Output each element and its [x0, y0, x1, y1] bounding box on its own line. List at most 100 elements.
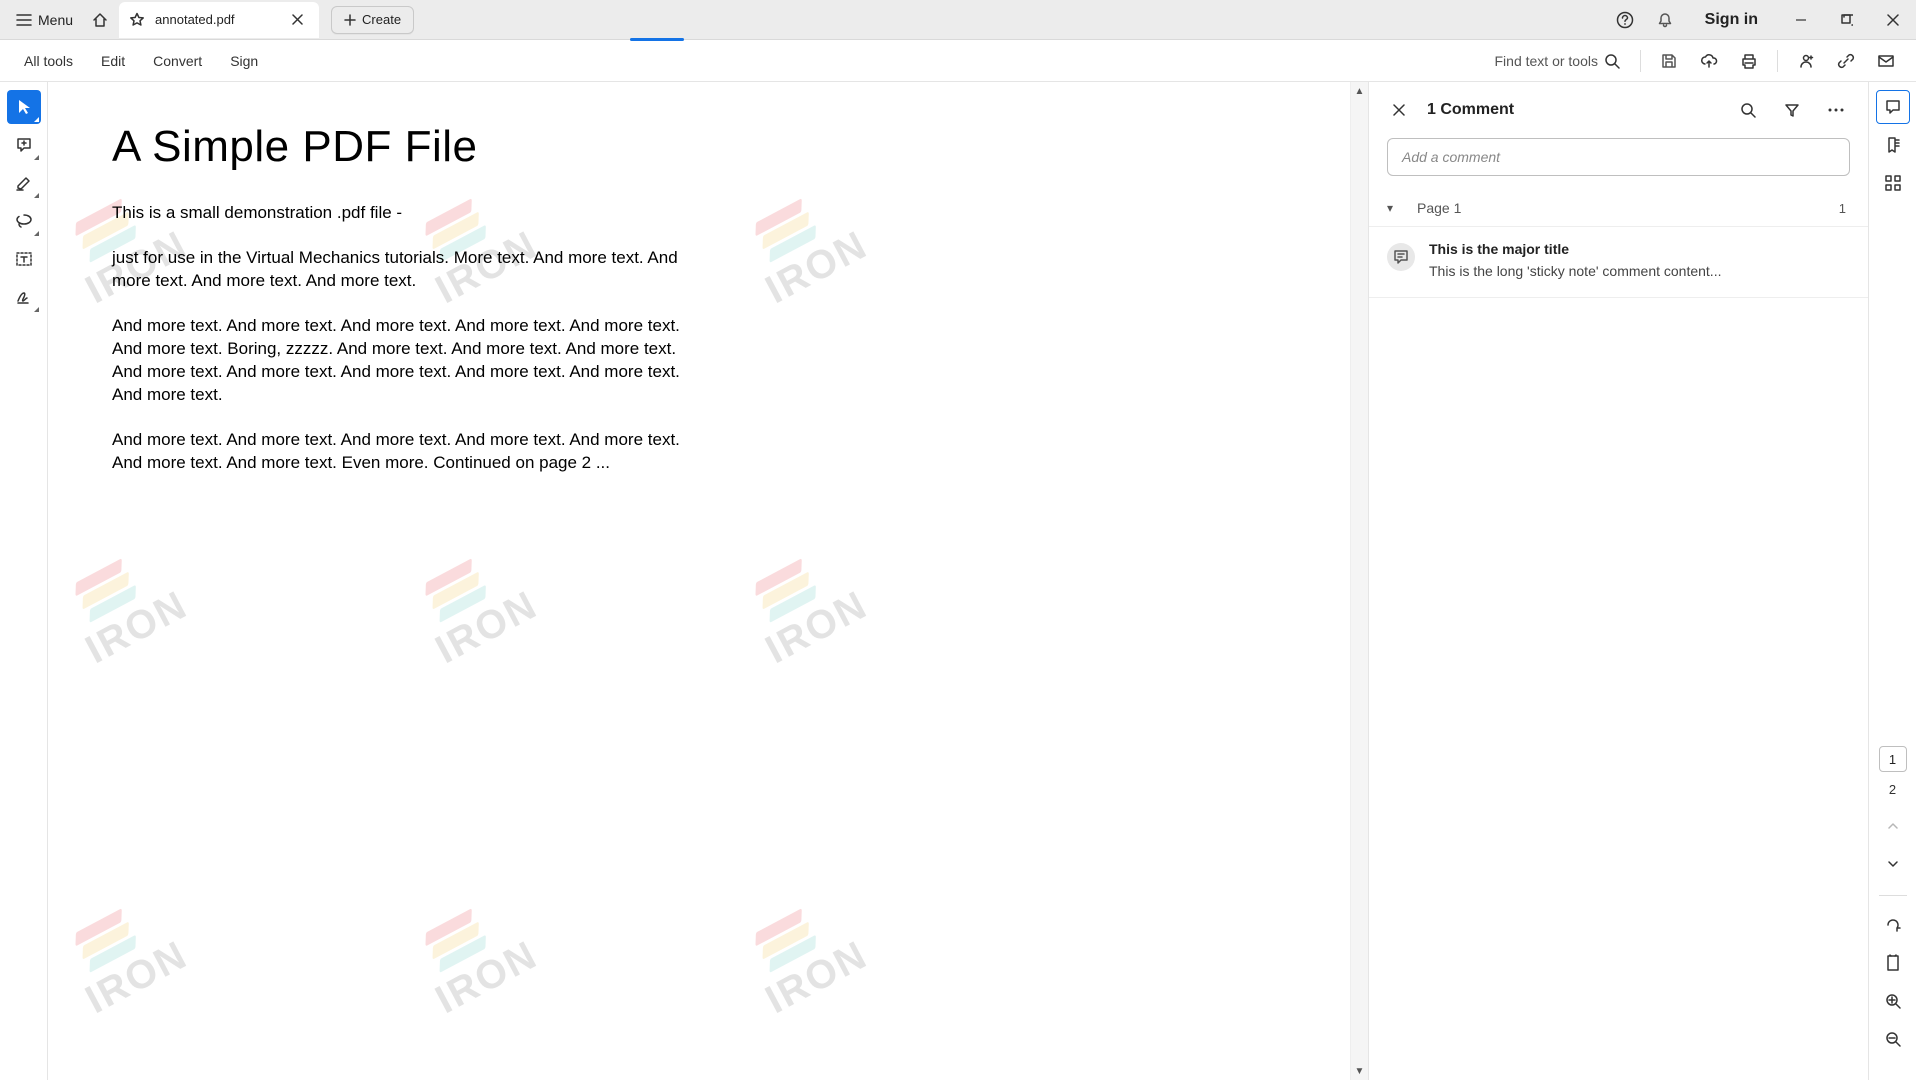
zoom-in-button[interactable]	[1876, 984, 1910, 1018]
page-content: A Simple PDF File This is a small demons…	[52, 82, 752, 556]
help-icon	[1616, 11, 1634, 29]
save-icon	[1660, 52, 1678, 70]
tab-close-button[interactable]	[285, 8, 309, 32]
find-tools-button[interactable]: Find text or tools	[1495, 53, 1633, 69]
scroll-down-button[interactable]: ▼	[1351, 1062, 1368, 1080]
page-up-button[interactable]	[1876, 809, 1910, 843]
bookmark-icon	[1884, 136, 1902, 154]
comments-rail-button[interactable]	[1876, 90, 1910, 124]
hamburger-icon	[16, 13, 32, 27]
paragraph: And more text. And more text. And more t…	[112, 429, 692, 475]
sticky-note-tool[interactable]	[7, 128, 41, 162]
bell-icon	[1656, 11, 1674, 29]
share-button[interactable]	[1786, 44, 1826, 78]
separator	[1879, 895, 1907, 896]
close-icon	[292, 14, 303, 25]
page-1: IRON IRON IRON IRON IRON IRON IRON IRON …	[52, 82, 1350, 1080]
left-toolbar	[0, 82, 48, 1080]
search-comments-button[interactable]	[1734, 96, 1762, 124]
window-close-button[interactable]	[1870, 0, 1916, 40]
text-box-tool[interactable]	[7, 242, 41, 276]
find-label: Find text or tools	[1495, 53, 1599, 69]
comment-title: This is the major title	[1429, 241, 1721, 257]
save-button[interactable]	[1649, 44, 1689, 78]
page-down-button[interactable]	[1876, 847, 1910, 881]
right-rail: 1 2	[1868, 82, 1916, 1080]
scroll-up-button[interactable]: ▲	[1351, 82, 1368, 100]
page-row-count: 1	[1839, 201, 1846, 216]
more-comments-button[interactable]	[1822, 96, 1850, 124]
home-button[interactable]	[83, 3, 117, 37]
menu-label: Menu	[38, 12, 73, 28]
filter-comments-button[interactable]	[1778, 96, 1806, 124]
vertical-scrollbar[interactable]: ▲ ▼	[1350, 82, 1368, 1080]
plus-icon	[344, 14, 356, 26]
create-label: Create	[362, 12, 401, 27]
page-total-label: 2	[1889, 782, 1896, 797]
chevron-down-icon	[1886, 857, 1900, 871]
add-comment-input[interactable]: Add a comment	[1387, 138, 1850, 176]
menu-button[interactable]: Menu	[6, 8, 83, 32]
comments-page-row[interactable]: ▾ Page 1 1	[1369, 190, 1868, 227]
window-minimize-button[interactable]	[1778, 0, 1824, 40]
draw-tool[interactable]	[7, 204, 41, 238]
close-comments-button[interactable]	[1387, 98, 1411, 122]
signature-tool[interactable]	[7, 280, 41, 314]
fit-page-icon	[1884, 954, 1902, 972]
separator	[1640, 50, 1641, 72]
page-number-input[interactable]: 1	[1879, 746, 1907, 772]
search-icon	[1604, 53, 1620, 69]
titlebar: Menu annotated.pdf Create Sign in	[0, 0, 1916, 40]
menu-edit[interactable]: Edit	[87, 47, 139, 75]
menu-sign[interactable]: Sign	[216, 47, 272, 75]
create-button[interactable]: Create	[331, 6, 414, 34]
paragraph: And more text. And more text. And more t…	[112, 315, 692, 407]
zoom-out-icon	[1884, 1030, 1902, 1048]
comments-title: 1 Comment	[1427, 101, 1718, 119]
close-icon	[1393, 104, 1405, 116]
fit-page-button[interactable]	[1876, 946, 1910, 980]
close-icon	[1887, 14, 1899, 26]
thumbnails-rail-button[interactable]	[1876, 166, 1910, 200]
rotate-icon	[1884, 916, 1902, 934]
window-maximize-button[interactable]	[1824, 0, 1870, 40]
comment-type-icon	[1387, 243, 1415, 271]
highlight-tool[interactable]	[7, 166, 41, 200]
signin-button[interactable]: Sign in	[1685, 11, 1778, 29]
notifications-button[interactable]	[1645, 3, 1685, 37]
highlighter-icon	[15, 174, 33, 192]
rotate-button[interactable]	[1876, 908, 1910, 942]
paragraph: This is a small demonstration .pdf file …	[112, 202, 692, 225]
menu-all-tools[interactable]: All tools	[10, 47, 87, 75]
lasso-icon	[15, 212, 33, 230]
mail-icon	[1877, 52, 1895, 70]
comment-content: This is the long 'sticky note' comment c…	[1429, 263, 1721, 279]
print-icon	[1740, 52, 1758, 70]
upload-button[interactable]	[1689, 44, 1729, 78]
link-button[interactable]	[1826, 44, 1866, 78]
document-tab[interactable]: annotated.pdf	[119, 2, 319, 38]
comment-item[interactable]: This is the major title This is the long…	[1369, 227, 1868, 298]
maximize-icon	[1841, 14, 1853, 26]
star-icon	[129, 12, 145, 28]
sticky-note-icon	[1393, 249, 1409, 265]
email-button[interactable]	[1866, 44, 1906, 78]
comment-body: This is the major title This is the long…	[1429, 241, 1721, 279]
print-button[interactable]	[1729, 44, 1769, 78]
zoom-in-icon	[1884, 992, 1902, 1010]
page-row-label: Page 1	[1409, 200, 1839, 216]
bookmarks-rail-button[interactable]	[1876, 128, 1910, 162]
zoom-out-button[interactable]	[1876, 1022, 1910, 1056]
comment-add-icon	[15, 136, 33, 154]
more-icon	[1828, 108, 1844, 112]
select-tool[interactable]	[7, 90, 41, 124]
chevron-down-icon: ▾	[1387, 201, 1409, 215]
comments-header: 1 Comment	[1369, 82, 1868, 134]
menu-convert[interactable]: Convert	[139, 47, 216, 75]
comments-panel: 1 Comment Add a comment ▾ Page 1 1 This …	[1368, 82, 1868, 1080]
help-button[interactable]	[1605, 3, 1645, 37]
document-scroll[interactable]: IRON IRON IRON IRON IRON IRON IRON IRON …	[48, 82, 1350, 1080]
chevron-up-icon	[1886, 819, 1900, 833]
filter-icon	[1784, 102, 1800, 118]
cursor-icon	[15, 98, 33, 116]
